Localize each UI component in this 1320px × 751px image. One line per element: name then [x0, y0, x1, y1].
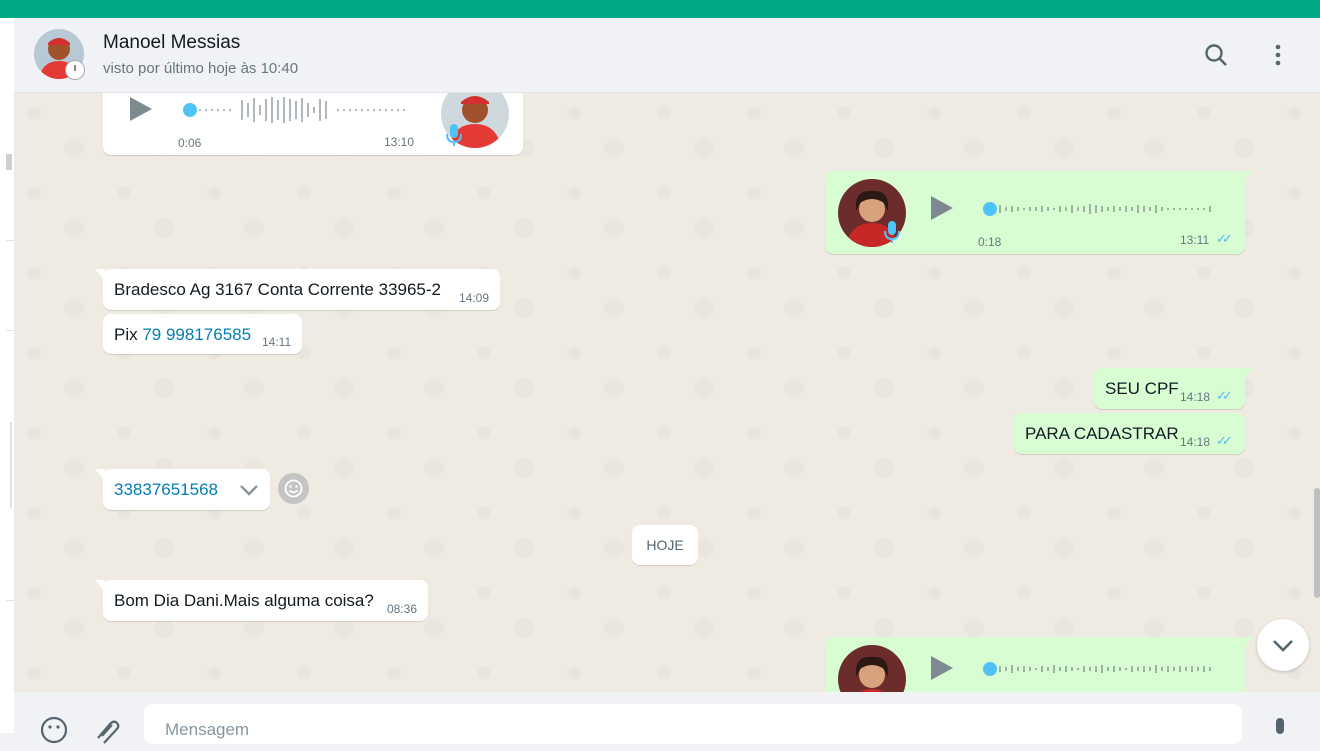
app-top-bar	[0, 0, 1320, 18]
play-icon[interactable]	[931, 656, 953, 680]
number-link[interactable]: 33837651568	[114, 480, 218, 499]
last-seen-status: visto por último hoje às 10:40	[103, 60, 299, 77]
composer-bar: Mensagem	[14, 692, 1320, 744]
read-ticks-icon: ✓✓	[1216, 388, 1233, 403]
message-text: 33837651568	[114, 480, 218, 500]
message-outgoing[interactable]: PARA CADASTRAR 14:18 ✓✓	[1014, 413, 1245, 454]
conversation-panel[interactable]: 0:06 13:10 0:18 13:11 ✓✓ Bradesco Ag 316…	[14, 93, 1320, 692]
status-icon[interactable]	[65, 60, 85, 80]
message-text: PARA CADASTRAR	[1025, 424, 1179, 443]
mic-badge-icon	[446, 124, 462, 146]
message-input[interactable]: Mensagem	[144, 704, 1242, 744]
date-separator: HOJE	[632, 525, 698, 565]
play-icon[interactable]	[130, 97, 152, 121]
voice-waveform[interactable]	[997, 194, 1219, 224]
voice-message-incoming[interactable]: 0:06 13:10	[103, 93, 523, 155]
voice-message-outgoing[interactable]: 0:18 13:11 ✓✓	[825, 171, 1253, 254]
search-icon[interactable]	[1199, 38, 1233, 72]
message-time: 14:18	[1180, 435, 1211, 449]
message-time: 14:09	[459, 291, 490, 305]
message-incoming[interactable]: Pix 79 998176585 14:11	[103, 314, 302, 354]
message-time: 14:18	[1180, 390, 1211, 404]
scroll-to-bottom-button[interactable]	[1257, 619, 1309, 671]
mic-badge-icon	[884, 221, 900, 243]
contact-name[interactable]: Manoel Messias	[103, 32, 240, 54]
play-icon[interactable]	[931, 196, 953, 220]
message-outgoing[interactable]: SEU CPF 14:18 ✓✓	[1094, 368, 1253, 409]
progress-knob[interactable]	[183, 103, 197, 117]
phone-link[interactable]: 79 998176585	[142, 325, 251, 344]
mic-icon[interactable]	[1264, 714, 1296, 746]
message-time: 08:36	[387, 602, 418, 616]
voice-waveform[interactable]	[997, 654, 1219, 684]
message-placeholder: Mensagem	[165, 720, 250, 739]
voice-duration: 0:06	[178, 136, 202, 150]
react-emoji-icon[interactable]	[278, 473, 309, 504]
voice-message-outgoing[interactable]	[825, 637, 1253, 692]
message-text: Bom Dia Dani.Mais alguma coisa?	[114, 591, 374, 610]
attach-icon[interactable]	[90, 714, 122, 746]
scrollbar-thumb[interactable]	[1314, 488, 1320, 598]
message-incoming[interactable]: Bom Dia Dani.Mais alguma coisa? 08:36	[95, 580, 428, 621]
message-incoming[interactable]: Bradesco Ag 3167 Conta Corrente 33965-2 …	[95, 269, 500, 310]
message-text: SEU CPF	[1105, 379, 1179, 398]
message-time: 14:11	[262, 335, 292, 349]
voice-duration: 0:18	[978, 235, 1002, 249]
chevron-down-icon	[1273, 640, 1293, 652]
menu-dots-icon[interactable]	[1261, 38, 1295, 72]
voice-waveform[interactable]	[197, 95, 409, 125]
read-ticks-icon: ✓✓	[1216, 433, 1233, 448]
sender-avatar	[838, 645, 906, 692]
chevron-down-icon[interactable]	[237, 481, 261, 499]
message-text: Bradesco Ag 3167 Conta Corrente 33965-2	[114, 280, 442, 299]
message-time: 13:11	[1180, 233, 1210, 247]
chat-header[interactable]: Manoel Messias visto por último hoje às …	[14, 18, 1320, 93]
emoji-icon[interactable]	[38, 714, 70, 746]
message-text: Pix 79 998176585	[114, 325, 252, 344]
progress-knob[interactable]	[983, 202, 997, 216]
message-incoming[interactable]: 33837651568	[95, 469, 270, 510]
read-ticks-icon: ✓✓	[1216, 231, 1233, 246]
side-panel-edge	[0, 18, 15, 733]
message-time: 13:10	[384, 135, 415, 149]
progress-knob[interactable]	[983, 662, 997, 676]
